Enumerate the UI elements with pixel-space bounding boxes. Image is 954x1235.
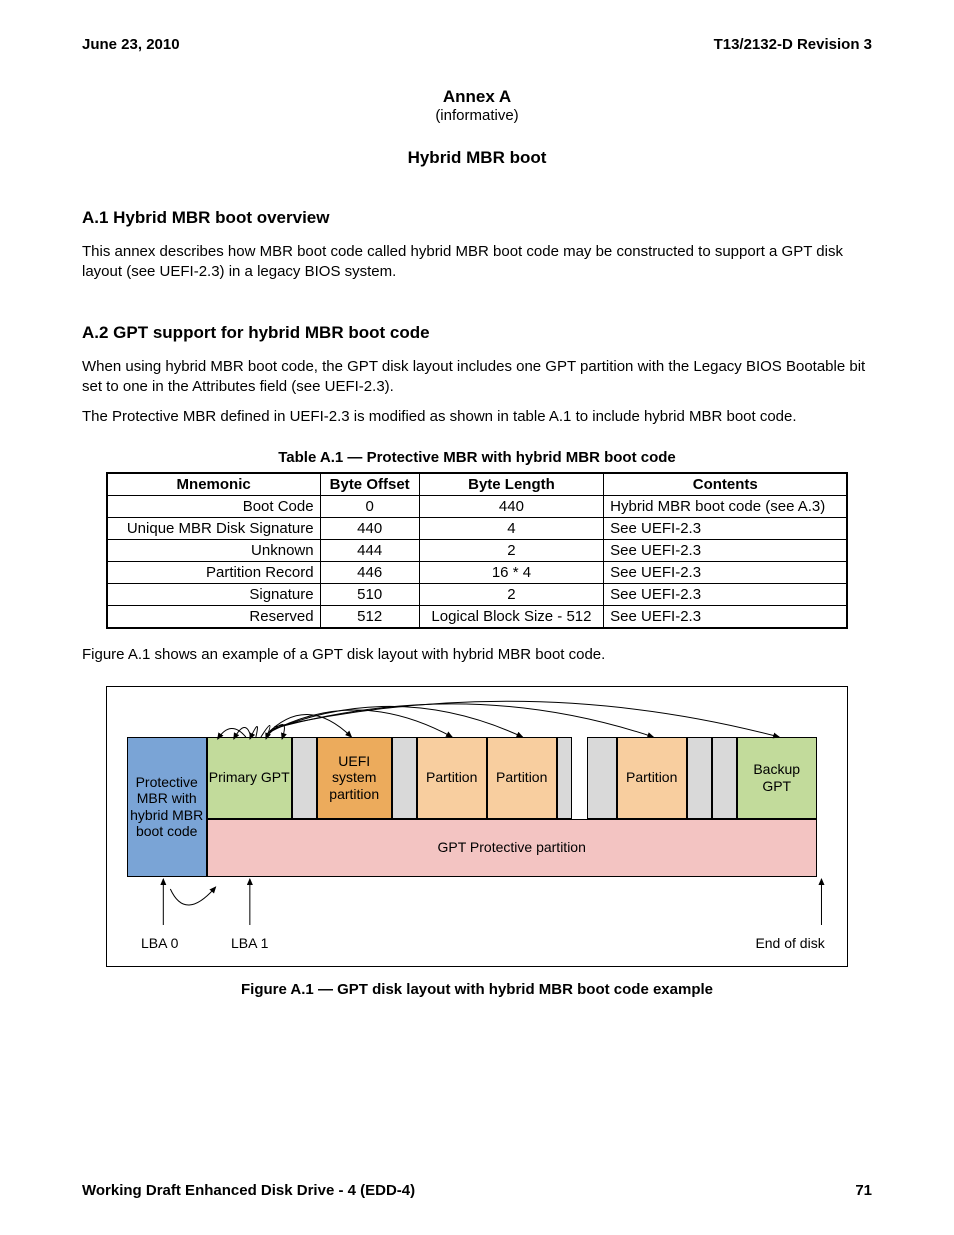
block-gap [587, 737, 617, 819]
cell: Partition Record [107, 562, 320, 584]
header-docid: T13/2132-D Revision 3 [714, 36, 872, 53]
footer-left: Working Draft Enhanced Disk Drive - 4 (E… [82, 1182, 415, 1199]
page-footer: Working Draft Enhanced Disk Drive - 4 (E… [82, 1182, 872, 1199]
header-date: June 23, 2010 [82, 36, 180, 53]
th-byte-offset: Byte Offset [320, 473, 419, 496]
block-backup-gpt: Backup GPT [737, 737, 817, 819]
annex-title: Annex A [82, 87, 872, 107]
block-uefi: UEFI system partition [317, 737, 392, 819]
cell: Boot Code [107, 496, 320, 518]
table-row: Unique MBR Disk Signature 440 4 See UEFI… [107, 518, 848, 540]
figure-a1: Protective MBR with hybrid MBR boot code… [106, 686, 849, 967]
cell: 440 [419, 496, 603, 518]
block-gap [392, 737, 417, 819]
table-row: Reserved 512 Logical Block Size - 512 Se… [107, 606, 848, 629]
table-row: Signature 510 2 See UEFI-2.3 [107, 584, 848, 606]
label-end: End of disk [725, 935, 825, 951]
cell: See UEFI-2.3 [604, 584, 848, 606]
label-lba0: LBA 0 [115, 935, 205, 951]
cell: 4 [419, 518, 603, 540]
block-gap [687, 737, 712, 819]
page-header: June 23, 2010 T13/2132-D Revision 3 [82, 36, 872, 53]
table-body: Boot Code 0 440 Hybrid MBR boot code (se… [107, 496, 848, 629]
cell: Unknown [107, 540, 320, 562]
cell: 446 [320, 562, 419, 584]
section-a1-heading: A.1 Hybrid MBR boot overview [82, 208, 872, 228]
cell: Hybrid MBR boot code (see A.3) [604, 496, 848, 518]
figure-caption: Figure A.1 — GPT disk layout with hybrid… [82, 981, 872, 998]
cell: See UEFI-2.3 [604, 540, 848, 562]
cell: See UEFI-2.3 [604, 518, 848, 540]
cell: 2 [419, 540, 603, 562]
cell: Signature [107, 584, 320, 606]
table-row: Partition Record 446 16 * 4 See UEFI-2.3 [107, 562, 848, 584]
table-a1: Mnemonic Byte Offset Byte Length Content… [106, 472, 849, 629]
section-a1-p1: This annex describes how MBR boot code c… [82, 242, 872, 283]
cell: 16 * 4 [419, 562, 603, 584]
cell: Reserved [107, 606, 320, 629]
table-row: Unknown 444 2 See UEFI-2.3 [107, 540, 848, 562]
table-header-row: Mnemonic Byte Offset Byte Length Content… [107, 473, 848, 496]
block-partition: Partition [617, 737, 687, 819]
block-protective: GPT Protective partition [207, 819, 817, 877]
cell: 444 [320, 540, 419, 562]
cell: 510 [320, 584, 419, 606]
cell: Unique MBR Disk Signature [107, 518, 320, 540]
table-caption: Table A.1 — Protective MBR with hybrid M… [82, 449, 872, 466]
cell: 0 [320, 496, 419, 518]
section-a2-p2: The Protective MBR defined in UEFI-2.3 i… [82, 407, 872, 427]
block-mbr: Protective MBR with hybrid MBR boot code [127, 737, 207, 877]
cell: Logical Block Size - 512 [419, 606, 603, 629]
diagram: Protective MBR with hybrid MBR boot code… [115, 697, 840, 952]
th-byte-length: Byte Length [419, 473, 603, 496]
table-row: Boot Code 0 440 Hybrid MBR boot code (se… [107, 496, 848, 518]
cell: See UEFI-2.3 [604, 606, 848, 629]
label-lba1: LBA 1 [205, 935, 295, 951]
annex-subtitle: Hybrid MBR boot [82, 148, 872, 168]
cell: 440 [320, 518, 419, 540]
footer-page: 71 [855, 1182, 872, 1199]
section-a2-heading: A.2 GPT support for hybrid MBR boot code [82, 323, 872, 343]
block-gap [712, 737, 737, 819]
cell: See UEFI-2.3 [604, 562, 848, 584]
section-a2-p3: Figure A.1 shows an example of a GPT dis… [82, 645, 872, 665]
annex-informative: (informative) [82, 107, 872, 124]
block-primary-gpt: Primary GPT [207, 737, 292, 819]
block-gap [292, 737, 317, 819]
th-mnemonic: Mnemonic [107, 473, 320, 496]
block-partition: Partition [417, 737, 487, 819]
block-partition: Partition [487, 737, 557, 819]
cell: 2 [419, 584, 603, 606]
section-a2-p1: When using hybrid MBR boot code, the GPT… [82, 357, 872, 398]
cell: 512 [320, 606, 419, 629]
th-contents: Contents [604, 473, 848, 496]
block-gap [557, 737, 572, 819]
